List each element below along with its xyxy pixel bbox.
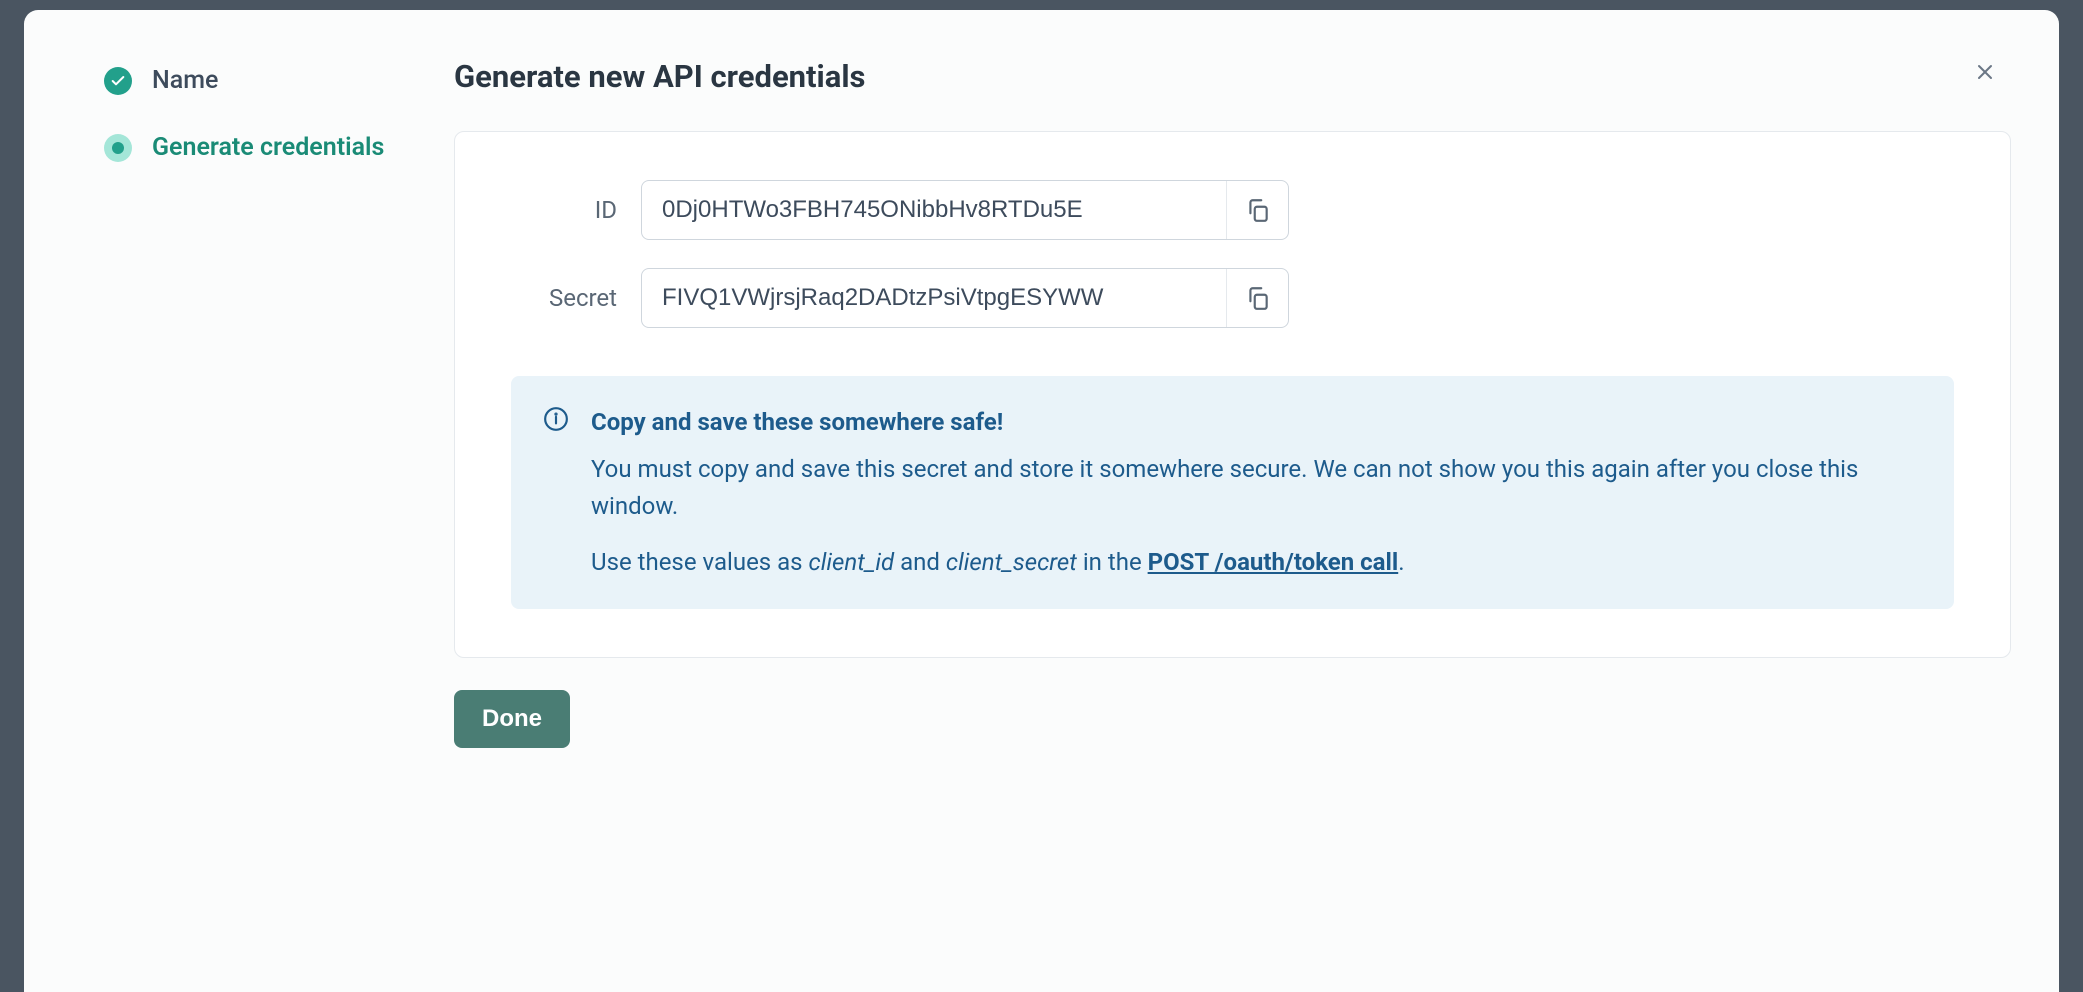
- info-paragraph-2: Use these values as client_id and client…: [591, 544, 1922, 581]
- step-label: Generate credentials: [152, 133, 384, 162]
- active-step-icon: [104, 134, 132, 162]
- info-text: Use these values as: [591, 548, 809, 576]
- done-button[interactable]: Done: [454, 690, 570, 748]
- close-button[interactable]: [1967, 54, 2003, 90]
- copy-secret-button[interactable]: [1226, 269, 1288, 327]
- modal-title: Generate new API credentials: [454, 58, 2011, 95]
- check-icon: [104, 67, 132, 95]
- id-label: ID: [511, 196, 641, 224]
- secret-input-wrap: [641, 268, 1289, 328]
- info-paragraph-1: You must copy and save this secret and s…: [591, 451, 1922, 525]
- info-text: in the: [1077, 548, 1148, 576]
- id-input[interactable]: [642, 181, 1226, 239]
- copy-icon: [1245, 197, 1271, 223]
- step-label: Name: [152, 66, 218, 95]
- oauth-token-link[interactable]: POST /oauth/token call: [1148, 548, 1399, 576]
- secret-input[interactable]: [642, 269, 1226, 327]
- info-content: Copy and save these somewhere safe! You …: [591, 404, 1922, 581]
- info-text: and: [894, 548, 946, 576]
- secret-field-row: Secret: [511, 268, 1954, 328]
- copy-icon: [1245, 285, 1271, 311]
- info-title: Copy and save these somewhere safe!: [591, 404, 1922, 441]
- client-secret-term: client_secret: [946, 548, 1077, 576]
- modal-main: Generate new API credentials ID Secret: [454, 58, 2011, 944]
- wizard-sidebar: Name Generate credentials: [104, 58, 454, 944]
- secret-label: Secret: [511, 284, 641, 312]
- credentials-card: ID Secret: [454, 131, 2011, 658]
- info-icon: [543, 406, 569, 432]
- info-text: .: [1398, 548, 1404, 576]
- id-input-wrap: [641, 180, 1289, 240]
- step-generate-credentials[interactable]: Generate credentials: [104, 133, 454, 162]
- copy-id-button[interactable]: [1226, 181, 1288, 239]
- close-icon: [1973, 60, 1997, 84]
- client-id-term: client_id: [809, 548, 895, 576]
- api-credentials-modal: Name Generate credentials Generate new A…: [24, 10, 2059, 992]
- id-field-row: ID: [511, 180, 1954, 240]
- info-box: Copy and save these somewhere safe! You …: [511, 376, 1954, 609]
- step-name[interactable]: Name: [104, 66, 454, 95]
